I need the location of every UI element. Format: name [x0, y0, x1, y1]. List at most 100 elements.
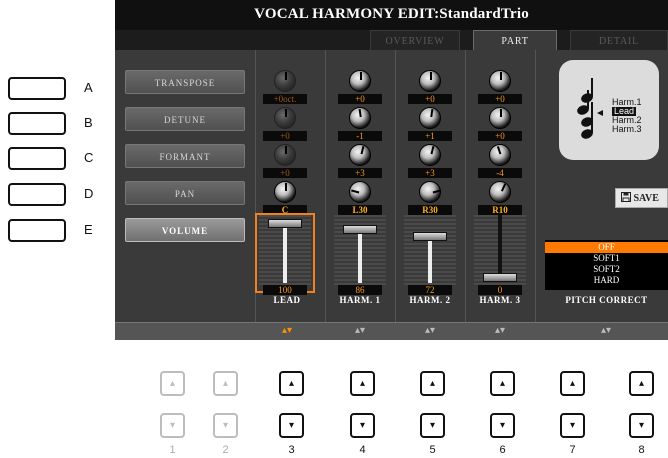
button-8-up[interactable]: ▴: [629, 371, 654, 396]
param-volume-button[interactable]: VOLUME: [125, 218, 245, 242]
fader-knob[interactable]: [483, 273, 517, 282]
side-button-a[interactable]: [8, 77, 66, 100]
detune-knob-lead[interactable]: [274, 107, 296, 129]
formant-knob-harm3[interactable]: [489, 144, 511, 166]
formant-knob-harm1[interactable]: [349, 144, 371, 166]
formant-knob-lead[interactable]: [274, 144, 296, 166]
detune-value-harm3: +0: [478, 131, 522, 141]
save-label: SAVE: [633, 193, 659, 204]
param-formant-button[interactable]: FORMANT: [125, 144, 245, 168]
transpose-value-harm2: +0: [408, 94, 452, 104]
channel-label-lead: LEAD: [273, 295, 301, 305]
volume-value-harm2: 72: [408, 285, 452, 295]
button-1-up[interactable]: ▴: [160, 371, 185, 396]
transpose-knob-harm2[interactable]: [419, 70, 441, 92]
column-divider: [395, 50, 396, 322]
detune-value-harm2: +1: [408, 131, 452, 141]
param-detune-button[interactable]: DETUNE: [125, 107, 245, 131]
save-button[interactable]: SAVE: [615, 188, 668, 208]
button-7-up[interactable]: ▴: [560, 371, 585, 396]
button-5-down[interactable]: ▾: [420, 413, 445, 438]
button-6-up[interactable]: ▴: [490, 371, 515, 396]
detune-value-lead: +0: [263, 131, 307, 141]
pan-knob-harm1[interactable]: [349, 181, 371, 203]
floppy-disk-icon: [621, 192, 631, 202]
up-down-arrow-icon: ▴▾: [424, 325, 436, 336]
harmony-label-harm3: Harm.3: [612, 124, 642, 134]
column-divider: [465, 50, 466, 322]
pan-knob-lead[interactable]: [274, 181, 296, 203]
button-6-down[interactable]: ▾: [490, 413, 515, 438]
button-3-down[interactable]: ▾: [279, 413, 304, 438]
volume-value-lead: 100: [263, 285, 307, 295]
volume-value-harm3: 0: [478, 285, 522, 295]
tab-detail[interactable]: DETAIL: [570, 30, 668, 50]
pan-knob-harm2[interactable]: [419, 181, 441, 203]
detune-knob-harm1[interactable]: [349, 107, 371, 129]
param-pan-button[interactable]: PAN: [125, 181, 245, 205]
side-button-c[interactable]: [8, 147, 66, 170]
page-title: VOCAL HARMONY EDIT:StandardTrio: [115, 0, 668, 30]
transpose-knob-harm3[interactable]: [489, 70, 511, 92]
button-2-down[interactable]: ▾: [213, 413, 238, 438]
transpose-value-harm3: +0: [478, 94, 522, 104]
button-8-down[interactable]: ▾: [629, 413, 654, 438]
tab-part[interactable]: PART: [473, 30, 557, 50]
up-down-arrow-icon: ▴▾: [354, 325, 366, 336]
side-button-d[interactable]: [8, 183, 66, 206]
volume-fader-harm1[interactable]: [334, 215, 386, 285]
pitch-correct-option-hard[interactable]: HARD: [545, 275, 668, 286]
button-7-down[interactable]: ▾: [560, 413, 585, 438]
side-button-e-label: E: [84, 222, 93, 237]
button-2-up[interactable]: ▴: [213, 371, 238, 396]
side-button-b-label: B: [84, 115, 93, 130]
button-number-6: 6: [499, 444, 506, 456]
button-5-up[interactable]: ▴: [420, 371, 445, 396]
lcd-screen: VOCAL HARMONY EDIT:StandardTrio OVERVIEW…: [115, 0, 668, 340]
tab-overview[interactable]: OVERVIEW: [370, 30, 460, 50]
transpose-value-harm1: +0: [338, 94, 382, 104]
pitch-correct-option-soft2[interactable]: SOFT2: [545, 264, 668, 275]
button-number-7: 7: [569, 444, 576, 456]
music-notes-icon: [577, 78, 603, 139]
up-down-arrow-icon: ▴▾: [494, 325, 506, 336]
formant-value-harm1: +3: [338, 168, 382, 178]
fader-knob[interactable]: [268, 219, 302, 228]
column-divider: [325, 50, 326, 322]
formant-value-lead: +0: [263, 168, 307, 178]
detune-knob-harm2[interactable]: [419, 107, 441, 129]
transpose-knob-harm1[interactable]: [349, 70, 371, 92]
up-down-arrow-icon: ▴▾: [600, 325, 612, 336]
button-4-up[interactable]: ▴: [350, 371, 375, 396]
transpose-knob-lead[interactable]: [274, 70, 296, 92]
fader-knob[interactable]: [413, 232, 447, 241]
volume-value-harm1: 86: [338, 285, 382, 295]
button-number-2: 2: [222, 444, 229, 456]
side-button-b[interactable]: [8, 112, 66, 135]
button-number-4: 4: [359, 444, 366, 456]
pitch-correct-option-off[interactable]: OFF: [545, 242, 668, 253]
volume-fader-harm2[interactable]: [404, 215, 456, 285]
transpose-value-lead: +0oct.: [263, 94, 307, 104]
param-transpose-button[interactable]: TRANSPOSE: [125, 70, 245, 94]
pitch-correct-option-soft1[interactable]: SOFT1: [545, 253, 668, 264]
pan-value-harm1: L30: [338, 205, 382, 215]
detune-knob-harm3[interactable]: [489, 107, 511, 129]
pan-knob-harm3[interactable]: [489, 181, 511, 203]
fader-knob[interactable]: [343, 225, 377, 234]
channel-label-harm1: HARM. 1: [339, 295, 381, 305]
button-1-down[interactable]: ▾: [160, 413, 185, 438]
volume-fader-harm3[interactable]: [474, 215, 526, 285]
up-down-arrow-icon: ▴▾: [281, 325, 293, 336]
channel-label-harm3: HARM. 3: [479, 295, 521, 305]
button-4-down[interactable]: ▾: [350, 413, 375, 438]
side-button-e[interactable]: [8, 219, 66, 242]
pitch-correct-label: PITCH CORRECT: [565, 295, 648, 305]
button-number-1: 1: [169, 444, 176, 456]
volume-fader-lead[interactable]: [259, 215, 311, 285]
pitch-correct-list[interactable]: OFF SOFT1 SOFT2 HARD: [545, 240, 668, 290]
channel-label-harm2: HARM. 2: [409, 295, 451, 305]
formant-knob-harm2[interactable]: [419, 144, 441, 166]
button-3-up[interactable]: ▴: [279, 371, 304, 396]
detune-value-harm1: -1: [338, 131, 382, 141]
